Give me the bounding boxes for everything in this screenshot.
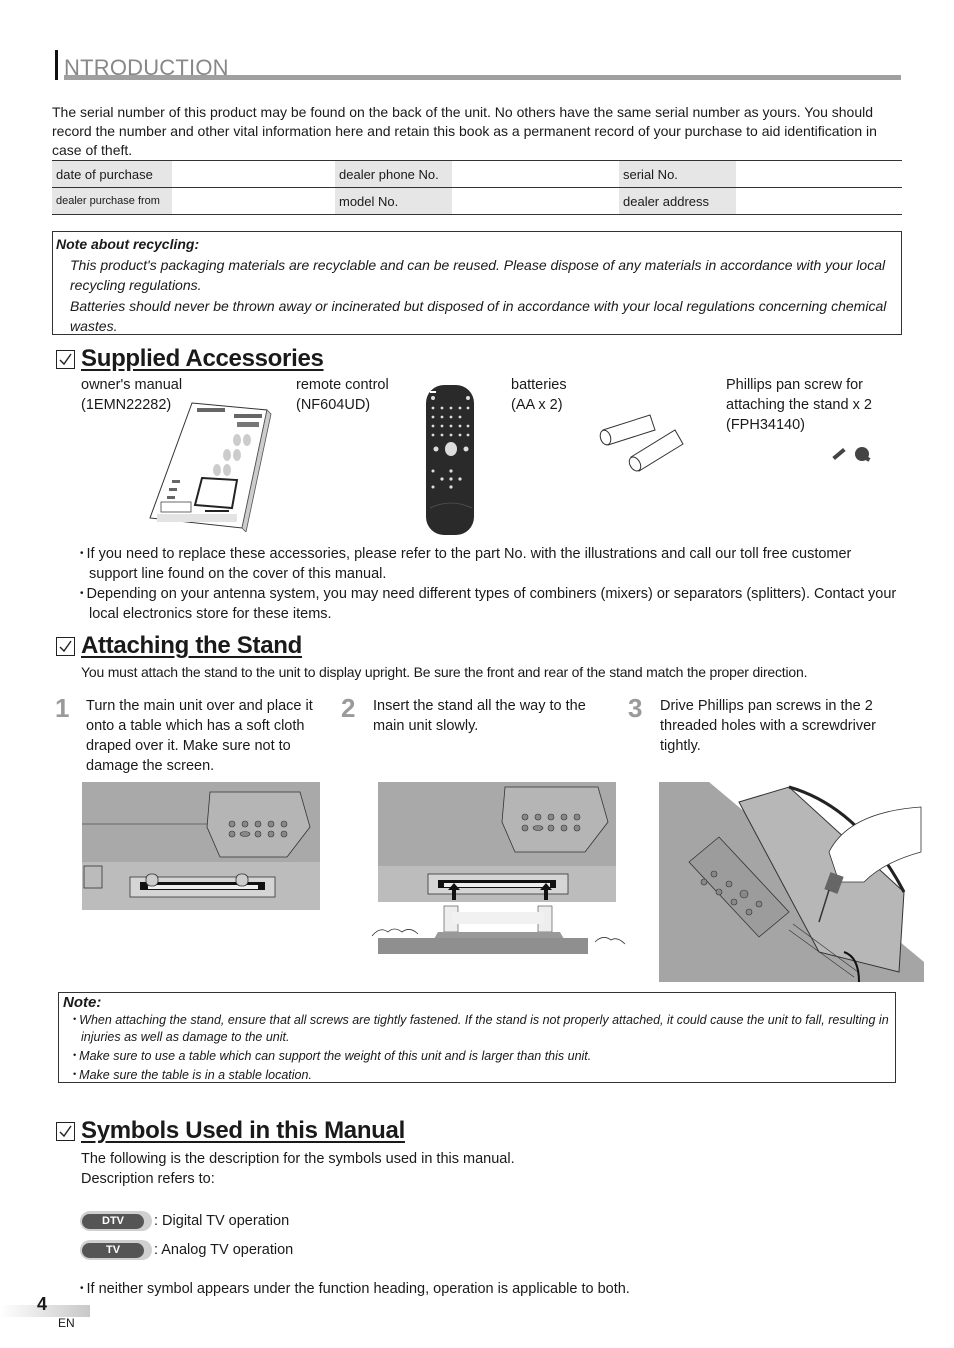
table-value-field[interactable]	[736, 187, 902, 215]
step1-illustration	[82, 782, 320, 910]
section-title: Attaching the Stand	[81, 632, 302, 659]
table-label: model No.	[335, 187, 452, 215]
stand-intro: You must attach the stand to the unit to…	[81, 664, 808, 680]
symbols-intro-line2: Description refers to:	[81, 1171, 215, 1187]
table-value-field[interactable]	[452, 160, 619, 188]
header-rule	[64, 75, 901, 80]
accessory-item-batteries: batteries (AA x 2)	[511, 375, 567, 415]
checkbox-icon	[56, 349, 75, 369]
section-title: Supplied Accessories	[81, 345, 324, 372]
accessory-item-screws: Phillips pan screw for attaching the sta…	[726, 375, 872, 435]
badge-label: TV	[82, 1242, 144, 1258]
accessory-part-number: (NF604UD)	[296, 397, 371, 413]
section-title: Symbols Used in this Manual	[81, 1117, 405, 1144]
symbol-item-dtv: DTV : Digital TV operation	[80, 1211, 289, 1231]
step-text: Drive Phillips pan screws in the 2 threa…	[660, 698, 876, 754]
note-title: Note:	[63, 994, 102, 1011]
badge-label: DTV	[82, 1213, 144, 1229]
symbols-intro: The following is the description for the…	[81, 1149, 515, 1189]
bullet-item: If neither symbol appears under the func…	[80, 1279, 900, 1299]
note-bullet: When attaching the stand, ensure that al…	[67, 1011, 891, 1046]
symbol-description: : Analog TV operation	[154, 1242, 294, 1258]
tv-badge-icon: TV	[80, 1240, 152, 1260]
recycling-paragraph: This product's packaging materials are r…	[70, 256, 886, 294]
accessory-name-cont: attaching the stand x 2	[726, 397, 872, 413]
note-bullet: Make sure to use a table which can suppo…	[67, 1047, 891, 1065]
note-bullet: Make sure the table is in a stable locat…	[67, 1066, 891, 1084]
section-heading-stand: Attaching the Stand	[56, 631, 302, 661]
stand-note-box: Note: When attaching the stand, ensure t…	[58, 992, 896, 1083]
section-heading-accessories: Supplied Accessories	[56, 344, 324, 374]
dtv-badge-icon: DTV	[80, 1211, 152, 1231]
symbol-description: : Digital TV operation	[154, 1213, 290, 1229]
table-label: dealer address	[619, 187, 736, 215]
step-number: 2	[341, 693, 356, 723]
step-number: 3	[628, 693, 643, 723]
symbols-intro-line1: The following is the description for the…	[81, 1151, 515, 1167]
table-row: dealer purchase from model No. dealer ad…	[52, 187, 902, 215]
recycling-note-title: Note about recycling:	[56, 236, 200, 252]
checkbox-icon	[56, 1121, 75, 1141]
accessory-part-number: (AA x 2)	[511, 397, 563, 413]
accessory-item-remote: remote control (NF604UD)	[296, 375, 389, 415]
table-label: date of purchase	[52, 160, 172, 188]
step-number: 1	[55, 693, 70, 723]
table-value-field[interactable]	[172, 187, 335, 215]
step2-illustration	[371, 782, 626, 954]
batteries-icon	[599, 414, 684, 472]
symbols-bullets: If neither symbol appears under the func…	[80, 1279, 900, 1299]
bullet-item: Depending on your antenna system, you ma…	[80, 584, 900, 624]
symbol-item-tv: TV : Analog TV operation	[80, 1240, 293, 1260]
accessory-name: batteries	[511, 377, 567, 393]
bullet-item: If you need to replace these accessories…	[80, 544, 900, 584]
screws-icon	[832, 447, 871, 462]
table-value-field[interactable]	[172, 160, 335, 188]
checkbox-icon	[56, 636, 75, 656]
purchase-record-table: date of purchase dealer phone No. serial…	[52, 160, 902, 215]
page-number: 4	[37, 1294, 48, 1314]
step-text: Insert the stand all the way to the main…	[373, 698, 586, 734]
table-value-field[interactable]	[736, 160, 902, 188]
recycling-note: Note about recycling: This product's pac…	[52, 231, 902, 335]
table-label: serial No.	[619, 160, 736, 188]
header-initial-bar	[55, 50, 58, 80]
recycling-paragraph: Batteries should never be thrown away or…	[70, 297, 887, 335]
accessory-name: Phillips pan screw for	[726, 377, 863, 393]
accessory-part-number: (FPH34140)	[726, 417, 805, 433]
accessory-name: owner's manual	[81, 377, 183, 393]
table-label: dealer phone No.	[335, 160, 452, 188]
table-label: dealer purchase from	[52, 187, 172, 215]
table-row: date of purchase dealer phone No. serial…	[52, 160, 902, 188]
accessories-bullets: If you need to replace these accessories…	[80, 544, 900, 624]
table-value-field[interactable]	[452, 187, 619, 215]
accessory-name: remote control	[296, 377, 389, 393]
step-text: Turn the main unit over and place it ont…	[86, 698, 313, 774]
manual-icon	[149, 402, 272, 532]
remote-control-icon	[426, 385, 474, 535]
step3-illustration	[659, 782, 924, 982]
intro-paragraph: The serial number of this product may be…	[52, 104, 877, 158]
section-heading-symbols: Symbols Used in this Manual	[56, 1116, 405, 1146]
language-code: EN	[58, 1316, 75, 1330]
